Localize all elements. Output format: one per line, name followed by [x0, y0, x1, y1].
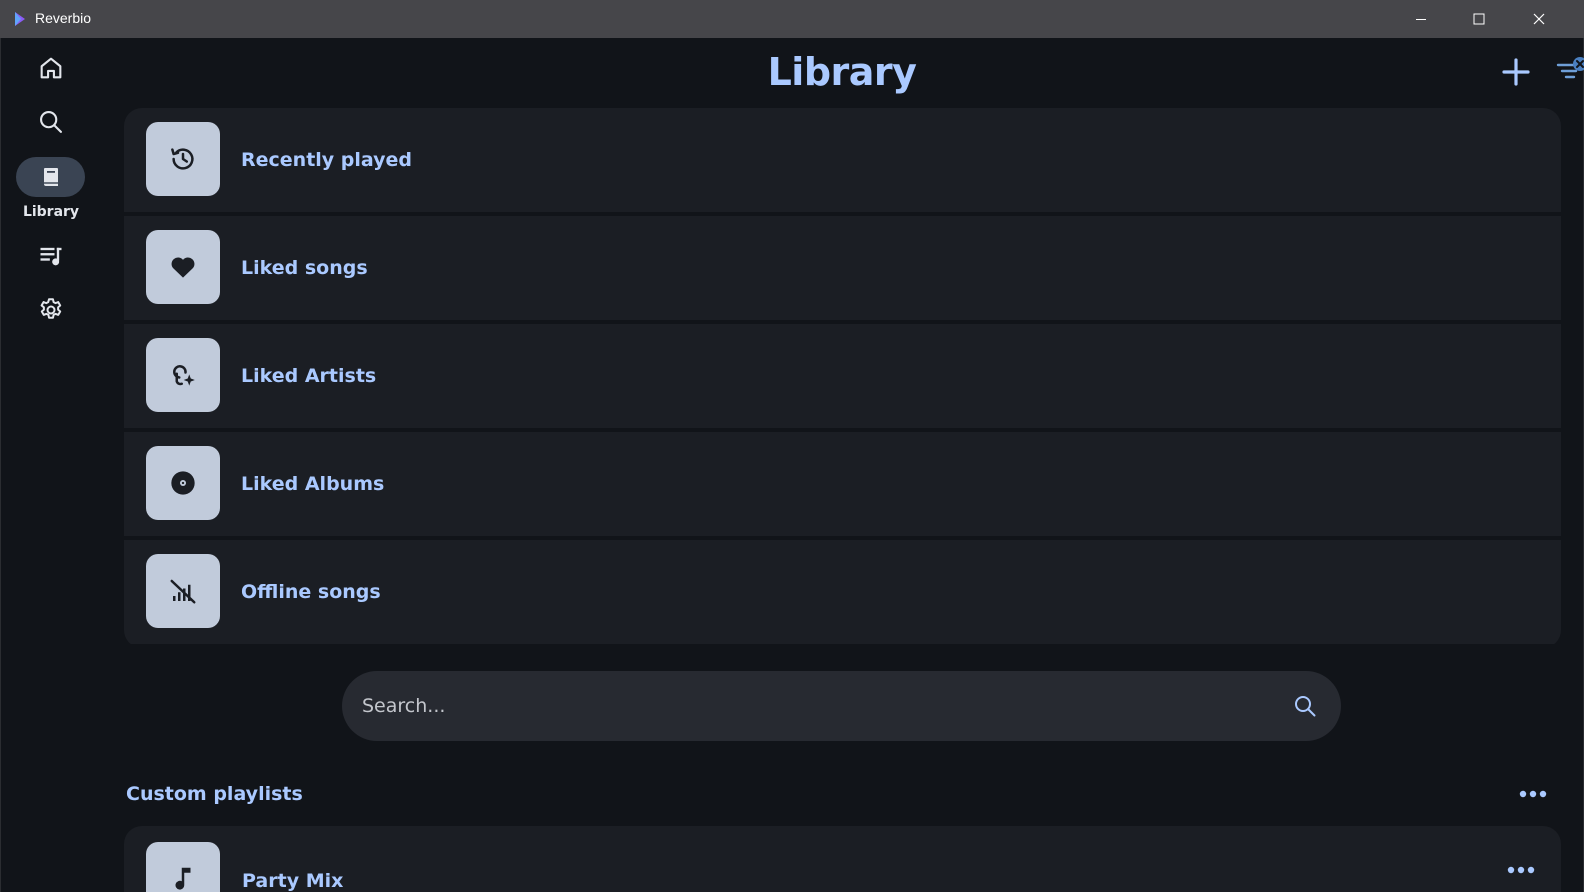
nav-search[interactable] [16, 102, 85, 142]
nav-queue[interactable] [16, 236, 85, 276]
nav-settings[interactable] [16, 290, 85, 330]
library-item-liked-artists[interactable]: Liked Artists [124, 324, 1561, 428]
music-note-icon [175, 867, 191, 890]
library-item-offline-songs[interactable]: Offline songs [124, 540, 1561, 644]
library-item-label: Liked Artists [241, 365, 377, 387]
library-item-thumbnail [146, 554, 220, 628]
artist-mic-icon [173, 365, 195, 386]
close-icon [1533, 13, 1545, 25]
library-list: Recently played Liked songs Liked Artist… [124, 108, 1561, 648]
library-item-thumbnail [146, 446, 220, 520]
library-item-liked-albums[interactable]: Liked Albums [124, 432, 1561, 536]
plus-icon [1502, 58, 1530, 86]
library-item-thumbnail [146, 122, 220, 196]
search-icon [39, 111, 62, 133]
playlist-search-bar [342, 671, 1341, 741]
library-item-thumbnail [146, 338, 220, 412]
add-playlist-button[interactable] [1498, 54, 1534, 90]
more-horizontal-icon [1519, 790, 1547, 798]
gear-icon [40, 298, 61, 319]
title-bar: Reverbio [0, 0, 1584, 38]
search-input[interactable] [362, 671, 1262, 741]
playlist-more-button[interactable] [1504, 860, 1538, 880]
page-title: Library [767, 50, 917, 94]
playlist-thumbnail [146, 842, 220, 892]
library-item-liked-songs[interactable]: Liked songs [124, 216, 1561, 320]
playlist-item-label: Party Mix [242, 870, 344, 892]
custom-playlists-title: Custom playlists [126, 783, 303, 805]
search-icon[interactable] [1293, 694, 1317, 718]
more-horizontal-icon [1507, 866, 1535, 874]
library-item-label: Offline songs [241, 581, 381, 603]
filter-button[interactable] [1554, 52, 1584, 88]
library-item-recently-played[interactable]: Recently played [124, 108, 1561, 212]
minimize-button[interactable] [1392, 0, 1450, 38]
album-disc-icon [171, 471, 195, 495]
minimize-icon [1416, 19, 1426, 20]
library-item-thumbnail [146, 230, 220, 304]
custom-playlists-more-button[interactable] [1516, 777, 1550, 811]
library-item-label: Liked Albums [241, 473, 385, 495]
close-button[interactable] [1510, 0, 1568, 38]
app-logo-icon [15, 12, 25, 26]
maximize-button[interactable] [1450, 0, 1508, 38]
filter-clear-icon [1556, 57, 1584, 79]
heart-icon [171, 257, 195, 278]
signal-off-icon [170, 579, 196, 604]
navigation-rail: Library [0, 38, 102, 892]
book-icon [43, 168, 58, 186]
nav-library[interactable] [16, 157, 85, 197]
queue-music-icon [40, 247, 61, 266]
maximize-icon [1473, 13, 1485, 25]
window-title: Reverbio [35, 10, 92, 26]
history-icon [171, 148, 194, 170]
playlist-item-party-mix[interactable]: Party Mix [124, 826, 1561, 892]
nav-library-label: Library [22, 204, 80, 220]
library-item-label: Liked songs [241, 257, 368, 279]
library-item-label: Recently played [241, 149, 413, 171]
